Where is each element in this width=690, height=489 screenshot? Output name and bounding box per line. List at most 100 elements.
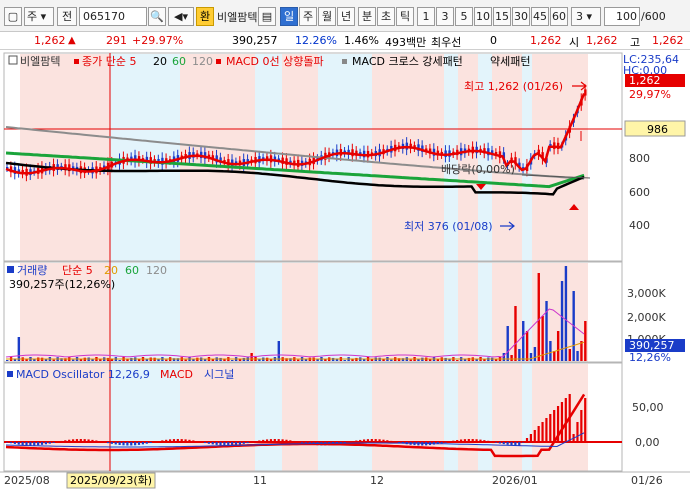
interval-30[interactable]: 30 — [512, 7, 530, 26]
macd-bar — [17, 442, 20, 445]
volume-bar — [6, 360, 9, 361]
interval-45[interactable]: 45 — [531, 7, 549, 26]
macd-bar — [9, 442, 13, 444]
chart-type-icon[interactable]: ▢ — [4, 7, 22, 26]
interval-select[interactable]: 3 ▾ — [571, 7, 601, 26]
interval-60[interactable]: 60 — [550, 7, 568, 26]
macd-bar — [533, 430, 536, 443]
volume-bar — [165, 359, 168, 361]
legend-swatch-macd-pattern — [342, 59, 347, 64]
volume-bar — [556, 331, 560, 361]
date-label: 11 — [253, 474, 267, 487]
code-input[interactable]: 065170 — [79, 7, 147, 26]
volume-bar — [529, 353, 533, 361]
legend-signal: 시그널 — [204, 368, 234, 381]
macd-bar — [13, 442, 16, 444]
tab-period-0[interactable]: 일 — [280, 7, 298, 26]
macd-axis: 50,00 0,00 — [632, 401, 664, 449]
period-type-label: 주 — [27, 10, 38, 23]
macd-bar — [161, 440, 164, 443]
band — [588, 54, 622, 261]
macd-bar — [188, 439, 191, 443]
date-label: 2025/08 — [4, 474, 50, 487]
macd-bar — [498, 442, 501, 444]
macd-bar — [269, 439, 273, 443]
sound-icon[interactable]: ◀▾ — [168, 7, 194, 26]
macd-bar — [273, 439, 276, 443]
volume-bar — [25, 359, 28, 361]
interval-15[interactable]: 15 — [493, 7, 511, 26]
volume-bar — [475, 359, 478, 361]
band — [372, 263, 444, 362]
toolbar: ▢ 주 ▾ 전 065170 🔍 ◀▾ 환 비엘팜텍 ▤ 일 주 월 년 분 초… — [0, 0, 690, 32]
legend-macd-swatch — [7, 371, 13, 377]
count-input[interactable]: 100 — [604, 7, 640, 26]
volume-bar — [576, 351, 579, 361]
period-type-select[interactable]: 주 ▾ — [24, 7, 54, 26]
macd-bar — [378, 439, 381, 443]
macd-bar — [223, 442, 226, 446]
interval-10[interactable]: 10 — [474, 7, 492, 26]
macd-bar — [452, 440, 455, 443]
band — [444, 364, 458, 471]
macd-bar — [95, 440, 98, 443]
volume-bar — [514, 306, 517, 361]
tab-period-1[interactable]: 주 — [299, 7, 317, 26]
macd-bar — [576, 422, 579, 443]
volume-bar — [549, 341, 552, 361]
macd-bar — [553, 410, 556, 443]
macd-bar — [394, 441, 397, 443]
count-total: /600 — [641, 10, 666, 23]
macd-bar — [71, 439, 75, 443]
volume-bar — [343, 359, 346, 361]
macd-bar — [60, 440, 63, 443]
low-annotation: 최저 376 (01/08) — [404, 220, 493, 233]
macd-bar — [281, 439, 284, 443]
tab-period-4[interactable]: 분 — [358, 7, 376, 26]
tab-period-3[interactable]: 년 — [337, 7, 355, 26]
volume-bar — [506, 326, 509, 361]
exchange-badge[interactable]: 환 — [196, 7, 214, 26]
interval-1[interactable]: 1 — [417, 7, 435, 26]
interval-5[interactable]: 5 — [455, 7, 473, 26]
legend-toggle-icon[interactable] — [8, 55, 18, 65]
macd-bar — [529, 434, 532, 443]
macd-bar — [68, 439, 71, 443]
price-tick: 600 — [629, 186, 650, 199]
macd-bar — [584, 398, 587, 443]
tab-period-5[interactable]: 초 — [377, 7, 395, 26]
prev-button[interactable]: 전 — [57, 7, 77, 26]
band — [282, 364, 318, 471]
legend-volume-ma60: 60 — [125, 264, 139, 277]
prev-label: 전 — [61, 10, 73, 23]
level-tag-value: 986 — [647, 123, 668, 136]
macd-bar — [211, 442, 214, 445]
search-icon[interactable]: 🔍 — [148, 7, 166, 26]
band — [318, 364, 372, 471]
macd-bar — [134, 442, 137, 446]
macd-bar — [149, 442, 152, 444]
macd-bar — [494, 442, 498, 443]
volume-bar — [553, 351, 556, 361]
band — [532, 364, 588, 471]
chart-area[interactable]: 비엘팜텍 종가 단순 5 20 60 120 MACD 0선 상향돌파 MACD… — [0, 51, 690, 489]
band — [478, 364, 492, 471]
macd-bar — [141, 442, 144, 445]
legend-swatch-ma5 — [74, 59, 79, 64]
macd-bar — [487, 440, 490, 443]
macd-bar — [44, 442, 47, 445]
tab-period-2[interactable]: 월 — [318, 7, 336, 26]
legend-ma5: 종가 단순 5 — [82, 55, 136, 68]
macd-bar — [366, 439, 370, 443]
volume-bar — [277, 341, 280, 361]
amount-value: 493백만 — [385, 36, 427, 49]
macd-bar — [242, 442, 245, 444]
band — [588, 364, 622, 471]
macd-bar — [79, 439, 82, 443]
tab-period-6[interactable]: 틱 — [396, 7, 414, 26]
macd-bar — [518, 442, 521, 446]
macd-bar — [289, 440, 292, 443]
interval-3[interactable]: 3 — [436, 7, 454, 26]
macd-bar — [262, 439, 265, 443]
list-icon[interactable]: ▤ — [258, 7, 276, 26]
